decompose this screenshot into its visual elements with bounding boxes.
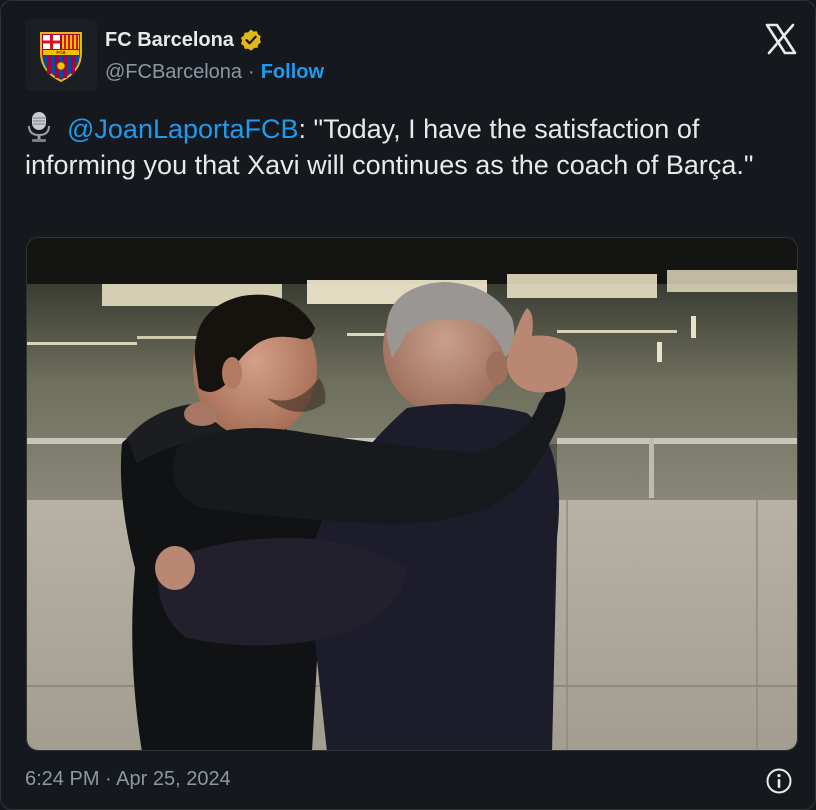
follow-button[interactable]: Follow — [261, 61, 324, 84]
account-name[interactable]: FC Barcelona — [105, 29, 234, 52]
svg-text:FCB: FCB — [56, 50, 66, 55]
photo-image — [27, 238, 797, 750]
handle-row: @FCBarcelona · Follow — [105, 61, 324, 84]
tweet-header: FCB FC Barcelona @FCBarcelona · Follow — [25, 19, 793, 91]
tweet-text: @JoanLaportaFCB: "Today, I have the sati… — [25, 111, 795, 183]
tweet-timestamp[interactable]: 6:24 PM · Apr 25, 2024 — [25, 768, 231, 791]
studio-microphone-icon — [28, 112, 50, 142]
x-logo-icon[interactable] — [765, 23, 797, 55]
mention-link[interactable]: @JoanLaportaFCB — [67, 114, 299, 144]
info-icon[interactable] — [765, 767, 793, 795]
name-row: FC Barcelona — [105, 27, 263, 53]
tweet-photo[interactable] — [26, 237, 798, 751]
gold-verified-badge-icon[interactable] — [239, 28, 263, 52]
separator-dot: · — [248, 61, 255, 83]
fc-barcelona-crest-icon: FCB — [25, 19, 97, 91]
tweet-embed-card: FCB FC Barcelona @FCBarcelona · Follow @… — [0, 0, 816, 810]
avatar[interactable]: FCB — [25, 19, 97, 91]
account-handle[interactable]: @FCBarcelona — [105, 61, 242, 84]
